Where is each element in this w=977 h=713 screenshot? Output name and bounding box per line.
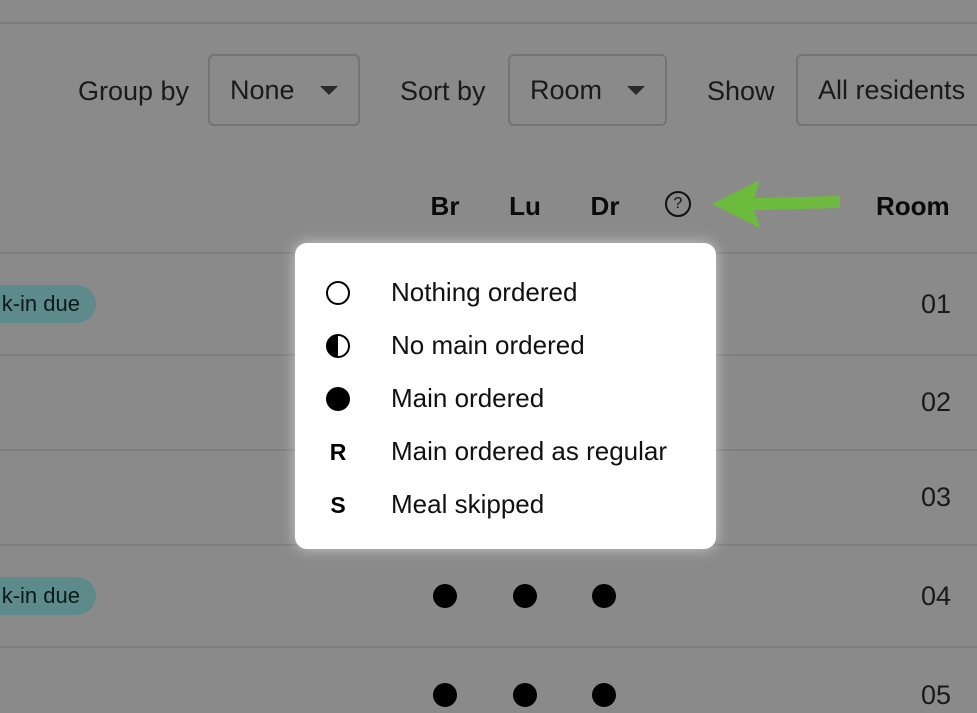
row-divider	[0, 646, 977, 648]
filled-circle-icon	[592, 584, 616, 608]
legend-item-meal-skipped: S Meal skipped	[295, 485, 716, 525]
group-by-label: Group by	[78, 76, 190, 106]
sort-by-value: Room	[530, 74, 603, 105]
filled-circle-icon	[513, 584, 537, 608]
show-label: Show	[707, 76, 775, 106]
show-select[interactable]: All residents	[796, 54, 977, 126]
filled-circle-icon	[326, 387, 350, 411]
green-arrow-icon	[712, 180, 840, 228]
legend-label: Nothing ordered	[391, 277, 578, 307]
legend-item-main-ordered-as-regular: R Main ordered as regular	[295, 432, 716, 472]
chevron-down-icon	[627, 86, 645, 95]
group-by-value: None	[230, 74, 295, 105]
half-circle-icon	[326, 334, 350, 358]
status-badge: k-in due	[0, 285, 96, 323]
regular-symbol: R	[329, 438, 347, 465]
room-number: 04	[920, 581, 951, 611]
legend-label: Main ordered	[391, 383, 545, 413]
filled-circle-icon	[433, 683, 457, 707]
sort-by-select[interactable]: Room	[508, 54, 667, 126]
empty-circle-icon	[326, 281, 350, 305]
room-number: 02	[920, 387, 951, 417]
question-mark-icon: ?	[673, 195, 683, 212]
legend-popup: Nothing ordered No main ordered Main ord…	[295, 243, 716, 549]
legend-label: Meal skipped	[391, 489, 545, 519]
legend-label: No main ordered	[391, 330, 585, 360]
room-number: 01	[920, 289, 951, 319]
column-header-breakfast: Br	[430, 191, 460, 221]
legend-label: Main ordered as regular	[391, 436, 668, 466]
legend-item-main-ordered: Main ordered	[295, 379, 716, 419]
room-number: 03	[920, 482, 951, 512]
chevron-down-icon	[320, 86, 338, 95]
legend-item-no-main-ordered: No main ordered	[295, 326, 716, 366]
skipped-symbol: S	[330, 491, 346, 518]
group-by-select[interactable]: None	[208, 54, 360, 126]
filled-circle-icon	[513, 683, 537, 707]
column-header-room: Room	[876, 191, 950, 221]
column-header-lunch: Lu	[509, 191, 541, 221]
help-button[interactable]: ?	[665, 191, 691, 217]
status-badge: k-in due	[0, 577, 96, 615]
filled-circle-icon	[433, 584, 457, 608]
legend-item-nothing-ordered: Nothing ordered	[295, 273, 716, 313]
top-divider	[0, 22, 977, 24]
column-header-dinner: Dr	[590, 191, 620, 221]
sort-by-label: Sort by	[400, 76, 486, 106]
filled-circle-icon	[592, 683, 616, 707]
room-number: 05	[920, 680, 951, 710]
show-value: All residents	[818, 74, 966, 105]
